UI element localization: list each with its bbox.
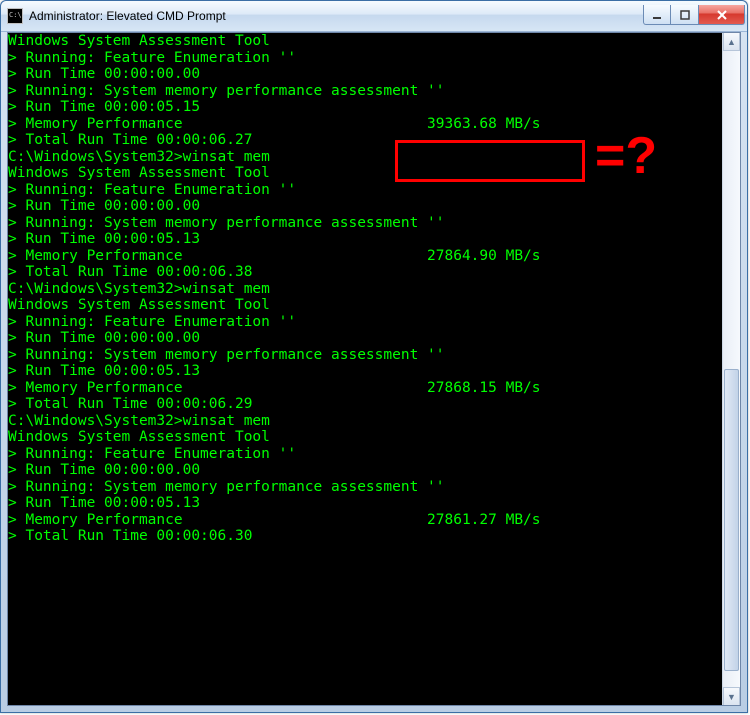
chevron-up-icon: ▲ <box>727 37 736 47</box>
scroll-down-button[interactable]: ▼ <box>723 687 740 705</box>
console-line: > Memory Performance 39363.68 MB/s <box>8 116 723 133</box>
window-frame: C:\ Administrator: Elevated CMD Prompt W… <box>0 0 748 713</box>
console-line: > Memory Performance 27861.27 MB/s <box>8 512 723 529</box>
console-line: > Running: Feature Enumeration '' <box>8 182 723 199</box>
console-line: > Run Time 00:00:00.00 <box>8 330 723 347</box>
console-line: > Memory Performance 27868.15 MB/s <box>8 380 723 397</box>
console-line: > Running: System memory performance ass… <box>8 479 723 496</box>
console-line: Windows System Assessment Tool <box>8 429 723 446</box>
console-line: > Total Run Time 00:00:06.29 <box>8 396 723 413</box>
svg-text:C:\: C:\ <box>9 11 22 19</box>
maximize-icon <box>680 10 690 20</box>
minimize-button[interactable] <box>643 5 671 25</box>
minimize-icon <box>652 10 662 20</box>
console-line: C:\Windows\System32>winsat mem <box>8 413 723 430</box>
console-line: Windows System Assessment Tool <box>8 297 723 314</box>
console-line: > Run Time 00:00:05.13 <box>8 231 723 248</box>
scroll-up-button[interactable]: ▲ <box>723 33 740 51</box>
console-line: > Total Run Time 00:00:06.30 <box>8 528 723 545</box>
chevron-down-icon: ▼ <box>727 692 736 702</box>
window-title: Administrator: Elevated CMD Prompt <box>29 9 643 23</box>
console-line: > Run Time 00:00:00.00 <box>8 462 723 479</box>
scroll-thumb[interactable] <box>724 369 739 671</box>
window-buttons <box>643 5 745 25</box>
close-icon <box>716 9 728 21</box>
close-button[interactable] <box>699 5 745 25</box>
console-line: > Running: System memory performance ass… <box>8 347 723 364</box>
cmd-icon: C:\ <box>7 8 23 24</box>
console-line: > Running: System memory performance ass… <box>8 83 723 100</box>
titlebar[interactable]: C:\ Administrator: Elevated CMD Prompt <box>1 1 747 32</box>
console-line: > Run Time 00:00:05.13 <box>8 363 723 380</box>
console-line: > Run Time 00:00:00.00 <box>8 198 723 215</box>
console-line: Windows System Assessment Tool <box>8 33 723 50</box>
client-area: Windows System Assessment Tool> Running:… <box>7 32 741 706</box>
console-line: Windows System Assessment Tool <box>8 165 723 182</box>
console-line: > Total Run Time 00:00:06.38 <box>8 264 723 281</box>
console-line: > Memory Performance 27864.90 MB/s <box>8 248 723 265</box>
console-line: C:\Windows\System32>winsat mem <box>8 149 723 166</box>
vertical-scrollbar[interactable]: ▲ ▼ <box>722 33 740 705</box>
console-line: C:\Windows\System32>winsat mem <box>8 281 723 298</box>
console-line: > Running: Feature Enumeration '' <box>8 50 723 67</box>
console-line: > Running: System memory performance ass… <box>8 215 723 232</box>
maximize-button[interactable] <box>671 5 699 25</box>
console-line: > Total Run Time 00:00:06.27 <box>8 132 723 149</box>
console-line: > Run Time 00:00:00.00 <box>8 66 723 83</box>
console-line: > Running: Feature Enumeration '' <box>8 314 723 331</box>
console-output[interactable]: Windows System Assessment Tool> Running:… <box>8 33 723 705</box>
console-line: > Run Time 00:00:05.15 <box>8 99 723 116</box>
console-line: > Run Time 00:00:05.13 <box>8 495 723 512</box>
console-line: > Running: Feature Enumeration '' <box>8 446 723 463</box>
